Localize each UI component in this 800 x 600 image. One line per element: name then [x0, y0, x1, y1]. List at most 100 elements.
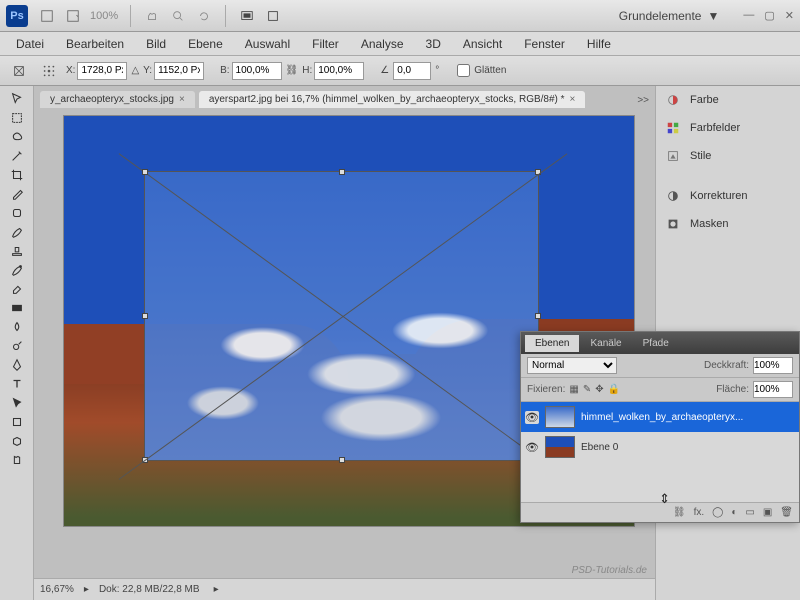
- document-tab-2[interactable]: ayerspart2.jpg bei 16,7% (himmel_wolken_…: [199, 91, 586, 108]
- dodge-tool[interactable]: [5, 337, 29, 355]
- workspace-dropdown[interactable]: Grundelemente ▼: [605, 7, 734, 25]
- brush-tool[interactable]: [5, 223, 29, 241]
- smooth-checkbox[interactable]: [457, 64, 470, 77]
- crop-tool[interactable]: [5, 166, 29, 184]
- menu-analyse[interactable]: Analyse: [351, 34, 414, 54]
- rotate-icon[interactable]: [193, 6, 215, 26]
- h-input[interactable]: [314, 62, 364, 80]
- new-layer-icon[interactable]: ▣: [763, 507, 772, 518]
- x-label: X:: [66, 65, 75, 76]
- gradient-tool[interactable]: [5, 299, 29, 317]
- layer-name[interactable]: Ebene 0: [581, 442, 618, 453]
- screen-mode-icon[interactable]: [236, 6, 258, 26]
- menu-datei[interactable]: Datei: [6, 34, 54, 54]
- document-tab-1[interactable]: y_archaeopteryx_stocks.jpg×: [40, 91, 195, 108]
- y-input[interactable]: [154, 62, 204, 80]
- fill-input[interactable]: [753, 381, 793, 398]
- caret-icon[interactable]: ▸: [84, 584, 89, 595]
- delta-icon[interactable]: △: [131, 65, 139, 76]
- bridge-icon[interactable]: [36, 6, 58, 26]
- angle-input[interactable]: [393, 62, 431, 80]
- lock-pixels-icon[interactable]: ▦: [569, 384, 578, 395]
- visibility-icon[interactable]: 👁: [525, 411, 539, 424]
- rail-stile[interactable]: Stile: [656, 142, 800, 170]
- top-zoom-label[interactable]: 100%: [90, 10, 118, 22]
- lasso-tool[interactable]: [5, 128, 29, 146]
- pen-tool[interactable]: [5, 356, 29, 374]
- lock-brush-icon[interactable]: ✎: [583, 384, 591, 395]
- eraser-tool[interactable]: [5, 280, 29, 298]
- menu-ebene[interactable]: Ebene: [178, 34, 233, 54]
- doc-info[interactable]: Dok: 22,8 MB/22,8 MB: [99, 584, 200, 595]
- rail-farbe[interactable]: Farbe: [656, 86, 800, 114]
- link-icon[interactable]: ⛓: [286, 65, 299, 76]
- type-tool[interactable]: [5, 375, 29, 393]
- reference-point-icon[interactable]: [38, 61, 60, 81]
- zoom-readout[interactable]: 16,67%: [40, 584, 74, 595]
- tab-kanale[interactable]: Kanäle: [580, 335, 631, 352]
- caret-icon-2[interactable]: ▸: [214, 584, 219, 595]
- menu-filter[interactable]: Filter: [302, 34, 349, 54]
- lock-all-icon[interactable]: 🔒: [608, 384, 620, 395]
- zoom-icon[interactable]: [167, 6, 189, 26]
- menu-3d[interactable]: 3D: [416, 34, 451, 54]
- transform-tool-icon[interactable]: [8, 61, 30, 81]
- menu-bild[interactable]: Bild: [136, 34, 176, 54]
- move-tool[interactable]: [5, 90, 29, 108]
- hand-tool[interactable]: [5, 451, 29, 469]
- link-layers-icon[interactable]: ⛓: [673, 507, 686, 518]
- menu-fenster[interactable]: Fenster: [514, 34, 575, 54]
- path-select-tool[interactable]: [5, 394, 29, 412]
- close-icon[interactable]: ✕: [785, 9, 794, 22]
- opacity-input[interactable]: [753, 357, 793, 374]
- history-brush-tool[interactable]: [5, 261, 29, 279]
- shape-tool[interactable]: [5, 413, 29, 431]
- heal-tool[interactable]: [5, 204, 29, 222]
- eyedropper-tool[interactable]: [5, 185, 29, 203]
- minimize-icon[interactable]: —: [743, 9, 754, 22]
- lock-move-icon[interactable]: ✥: [595, 384, 603, 395]
- blend-mode-select[interactable]: Normal: [527, 357, 617, 374]
- fx-icon[interactable]: fx.: [694, 507, 705, 518]
- tab-pfade[interactable]: Pfade: [633, 335, 679, 352]
- wand-tool[interactable]: [5, 147, 29, 165]
- layer-row-1[interactable]: 👁 himmel_wolken_by_archaeopteryx...: [521, 402, 799, 432]
- extras-icon[interactable]: [262, 6, 284, 26]
- rail-masken[interactable]: Masken: [656, 210, 800, 238]
- layer-thumb[interactable]: [545, 406, 575, 428]
- 3d-tool[interactable]: [5, 432, 29, 450]
- layer-name[interactable]: himmel_wolken_by_archaeopteryx...: [581, 412, 743, 423]
- menu-bearbeiten[interactable]: Bearbeiten: [56, 34, 134, 54]
- menu-hilfe[interactable]: Hilfe: [577, 34, 621, 54]
- layout-dropdown-icon[interactable]: [62, 6, 84, 26]
- rail-farbfelder[interactable]: Farbfelder: [656, 114, 800, 142]
- y-label: Y:: [143, 65, 152, 76]
- layer-thumb[interactable]: [545, 436, 575, 458]
- menu-ansicht[interactable]: Ansicht: [453, 34, 512, 54]
- w-input[interactable]: [232, 62, 282, 80]
- tab-1-close-icon[interactable]: ×: [179, 94, 185, 105]
- tab-overflow-button[interactable]: >>: [631, 93, 655, 108]
- menu-auswahl[interactable]: Auswahl: [235, 34, 300, 54]
- fill-label: Fläche:: [716, 384, 749, 395]
- layer-list: 👁 himmel_wolken_by_archaeopteryx... 👁 Eb…: [521, 402, 799, 502]
- folder-icon[interactable]: ▭: [745, 507, 754, 518]
- options-bar: X: △ Y: B: ⛓ H: ∠ ° Glätten: [0, 56, 800, 86]
- x-input[interactable]: [77, 62, 127, 80]
- trash-icon[interactable]: 🗑: [780, 507, 793, 518]
- blur-tool[interactable]: [5, 318, 29, 336]
- adjustment-icon[interactable]: ◐: [731, 507, 737, 518]
- visibility-icon[interactable]: 👁: [525, 441, 539, 454]
- tab-2-close-icon[interactable]: ×: [570, 94, 576, 105]
- mask-icon[interactable]: ◯: [712, 507, 723, 518]
- hand-icon[interactable]: [141, 6, 163, 26]
- tab-ebenen[interactable]: Ebenen: [525, 335, 579, 352]
- marquee-tool[interactable]: [5, 109, 29, 127]
- chevron-down-icon: ▼: [707, 9, 719, 23]
- layer-row-2[interactable]: 👁 Ebene 0: [521, 432, 799, 462]
- stamp-tool[interactable]: [5, 242, 29, 260]
- document-tabs: y_archaeopteryx_stocks.jpg× ayerspart2.j…: [34, 86, 655, 108]
- panel-tabs: Ebenen Kanäle Pfade: [521, 332, 799, 354]
- rail-korrekturen[interactable]: Korrekturen: [656, 182, 800, 210]
- maximize-icon[interactable]: ▢: [764, 9, 774, 22]
